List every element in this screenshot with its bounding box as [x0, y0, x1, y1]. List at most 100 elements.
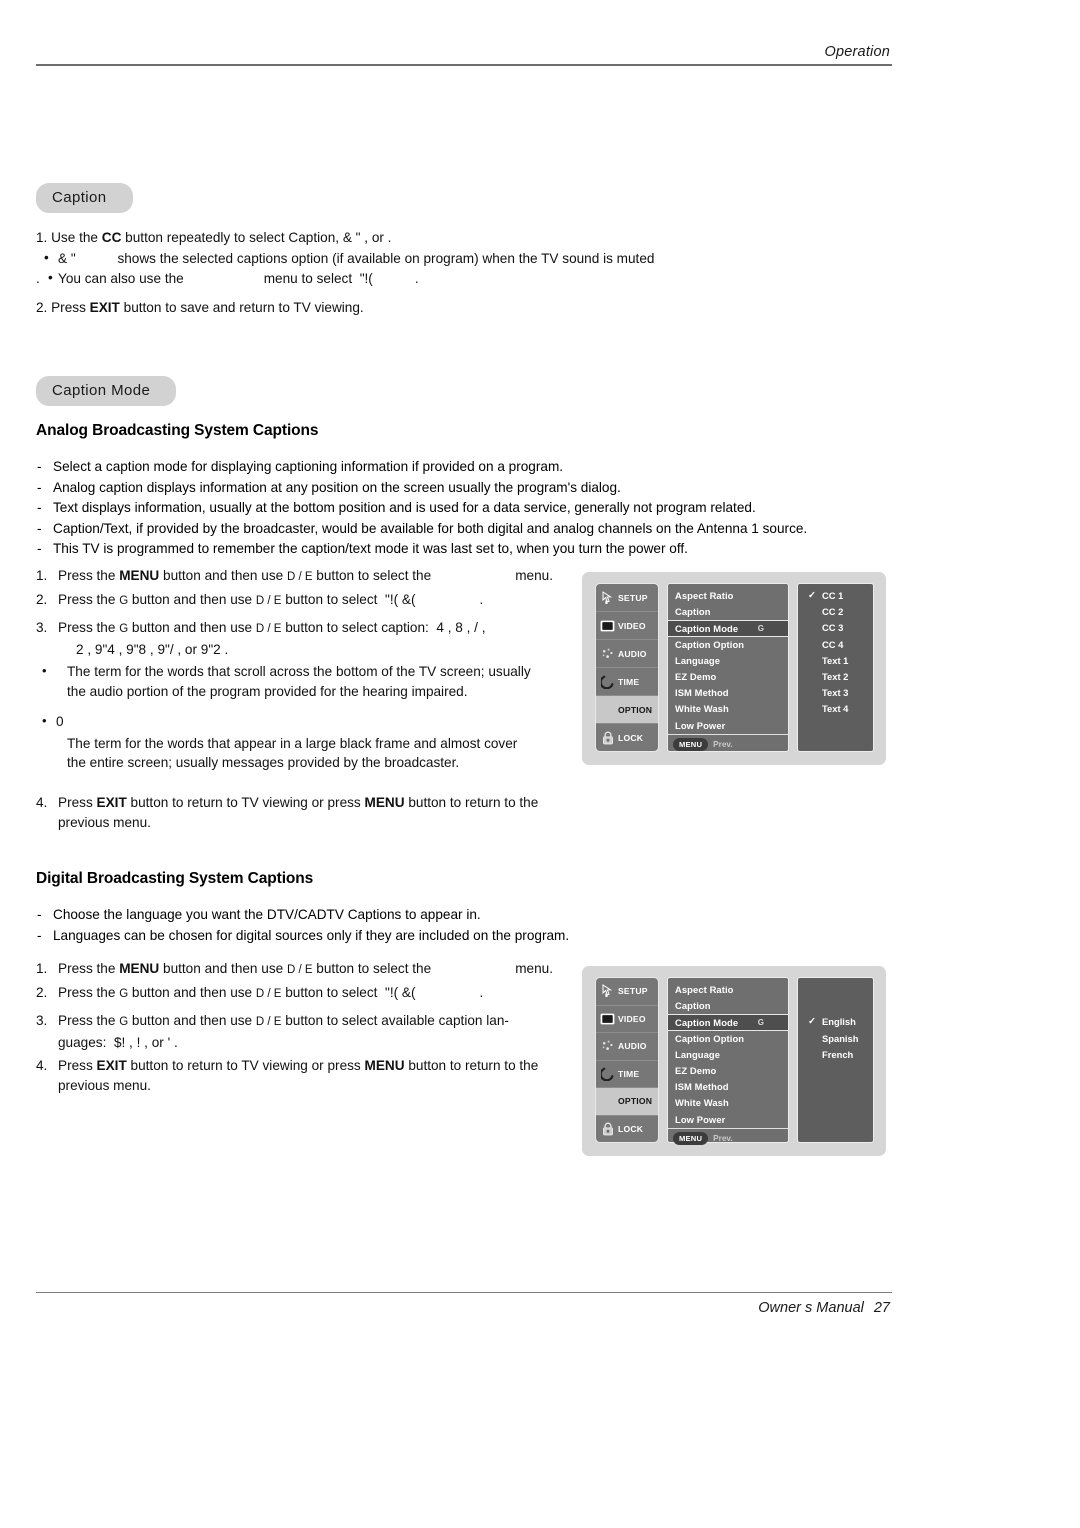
padlock-icon [600, 730, 615, 745]
osd-menu-item-white-wash[interactable]: White Wash [668, 1095, 788, 1111]
osd-option-cc2[interactable]: CC 2 [798, 604, 873, 620]
osd-analog-option-list[interactable]: ✓ CC 1 CC 2 CC 3 CC 4 Text 1 Text 2 Text … [797, 583, 874, 752]
step-number: 1. [36, 568, 48, 583]
speaker-icon [600, 1039, 615, 1054]
osd-rail-item-time[interactable]: TIME [596, 668, 658, 696]
osd-menu-item-ism-method[interactable]: ISM Method [668, 1079, 788, 1095]
digital-step-2: 2. Press the G button and then use D / E … [36, 983, 581, 1005]
osd-rail-item-video[interactable]: VIDEO [596, 1006, 658, 1033]
caption-step2-post: button to save and return to TV viewing. [119, 299, 364, 315]
analog-bullet2-body: The term for the words that appear in a … [56, 734, 581, 773]
analog-bullet2-glyph: 0 [56, 714, 64, 729]
osd-option-text2[interactable]: Text 2 [798, 669, 873, 685]
osd-category-rail[interactable]: SETUP VIDEO AUDIO TIME OPTION LOCK [595, 977, 659, 1143]
analog-bullet1-body: The term for the words that scroll acros… [56, 662, 581, 701]
digital-s1-post: button to select the [312, 961, 432, 976]
osd-menu-item-language[interactable]: Language [668, 1047, 788, 1063]
osd-analog-caption-mode[interactable]: SETUP VIDEO AUDIO TIME OPTION LOCK Aspec… [582, 572, 886, 765]
osd-menu-label: Caption Option [675, 638, 745, 650]
osd-option-spanish[interactable]: Spanish [798, 1031, 873, 1047]
analog-bullet2-line2: the entire screen; usually messages prov… [67, 755, 460, 770]
osd-option-text4[interactable]: Text 4 [798, 701, 873, 717]
osd-menu-item-ez-demo[interactable]: EZ Demo [668, 669, 788, 685]
osd-digital-caption-mode[interactable]: SETUP VIDEO AUDIO TIME OPTION LOCK Aspec… [582, 966, 886, 1156]
osd-menu-item-ism-method[interactable]: ISM Method [668, 685, 788, 701]
list-item: - This TV is programmed to remember the c… [36, 539, 892, 560]
osd-category-rail[interactable]: SETUP VIDEO AUDIO TIME OPTION LOCK [595, 583, 659, 752]
osd-rail-item-audio[interactable]: AUDIO [596, 1033, 658, 1061]
analog-s3-mid: button and then use [128, 620, 256, 635]
osd-rail-label: TIME [618, 1068, 640, 1079]
osd-menu-item-caption[interactable]: Caption [668, 604, 788, 620]
updown-key-glyph: D / E [255, 1016, 282, 1028]
osd-rail-item-lock[interactable]: LOCK [596, 724, 658, 751]
osd-menu-list[interactable]: Aspect Ratio Caption Caption Mode G Capti… [667, 583, 789, 752]
caption-step-1: 1. Use the CC button repeatedly to selec… [36, 228, 756, 248]
analog-s4-mid: button to return to TV viewing or press [126, 795, 365, 810]
digital-s2-mid: button and then use [128, 984, 256, 1000]
osd-menu-item-caption-option[interactable]: Caption Option [668, 1031, 788, 1047]
osd-option-text3[interactable]: Text 3 [798, 685, 873, 701]
osd-rail-item-video[interactable]: VIDEO [596, 612, 658, 640]
osd-rail-item-option[interactable]: OPTION [596, 696, 658, 724]
caption-step-2: 2. Press EXIT button to save and return … [36, 298, 756, 318]
osd-menu-item-aspect-ratio[interactable]: Aspect Ratio [668, 588, 788, 604]
step-number: 2. [36, 984, 48, 1000]
osd-menu-item-low-power[interactable]: Low Power [668, 718, 788, 734]
bullet-dot-icon: • [42, 713, 47, 728]
osd-option-text1[interactable]: Text 1 [798, 653, 873, 669]
osd-option-french[interactable]: French [798, 1047, 873, 1063]
osd-option-cc4[interactable]: CC 4 [798, 637, 873, 653]
osd-menu-label: ISM Method [675, 687, 729, 699]
updown-key-glyph: D / E [255, 987, 282, 1000]
osd-menu-item-caption-mode[interactable]: Caption Mode G [668, 620, 788, 637]
osd-rail-label: OPTION [618, 704, 653, 715]
option-icon [600, 702, 615, 717]
caption-bullet2-end: . [414, 271, 419, 286]
clock-arc-icon [600, 674, 615, 689]
updown-key-glyph: D / E [255, 623, 282, 635]
digital-step-3-line2: guages: $! , ! , or ' . [36, 1033, 581, 1053]
osd-menu-item-language[interactable]: Language [668, 653, 788, 669]
caption-section-pill: Caption [36, 183, 133, 213]
osd-rail-item-setup[interactable]: SETUP [596, 584, 658, 612]
osd-option-cc3[interactable]: CC 3 [798, 620, 873, 636]
caption-bullet1-glyph: & " [58, 250, 76, 266]
caption-bullet2-glyph: "!( [359, 271, 373, 286]
analog-step-3: 3. Press the G button and then use D / E … [36, 618, 581, 640]
osd-option-english[interactable]: ✓ English [798, 1014, 873, 1030]
digital-s2-glyph: "!( &( [385, 984, 416, 1000]
osd-rail-item-setup[interactable]: SETUP [596, 978, 658, 1006]
osd-menu-label: Low Power [675, 1113, 726, 1125]
prev-label: Prev. [713, 1133, 733, 1143]
analog-s2-glyph: "!( &( [385, 591, 416, 607]
osd-menu-item-caption-option[interactable]: Caption Option [668, 637, 788, 653]
analog-s1-mid: button and then use [159, 568, 287, 583]
osd-menu-item-caption-mode[interactable]: Caption Mode G [668, 1014, 788, 1031]
analog-bullet1-line2: the audio portion of the program provide… [67, 683, 468, 699]
osd-option-cc1[interactable]: ✓ CC 1 [798, 588, 873, 604]
digital-step-1: 1. Press the MENU button and then use D /… [36, 959, 581, 981]
osd-menu-item-ez-demo[interactable]: EZ Demo [668, 1063, 788, 1079]
list-item-text: Analog caption displays information at a… [53, 479, 621, 495]
osd-digital-option-list[interactable]: ✓ English Spanish French [797, 977, 874, 1143]
osd-menu-item-white-wash[interactable]: White Wash [668, 701, 788, 717]
osd-menu-item-aspect-ratio[interactable]: Aspect Ratio [668, 982, 788, 998]
caption-bullet2-a: You can also use the [58, 271, 184, 286]
osd-rail-label: AUDIO [618, 1041, 647, 1052]
osd-menu-label: Low Power [675, 719, 726, 731]
analog-bullet-2: • 0 The term for the words that appear i… [36, 712, 581, 773]
osd-rail-item-audio[interactable]: AUDIO [596, 640, 658, 668]
osd-rail-item-lock[interactable]: LOCK [596, 1116, 658, 1143]
osd-menu-item-low-power[interactable]: Low Power [668, 1112, 788, 1128]
osd-menu-list[interactable]: Aspect Ratio Caption Caption Mode G Capti… [667, 977, 789, 1146]
osd-rail-item-time[interactable]: TIME [596, 1061, 658, 1088]
caption-step2-pre: 2. Press [36, 299, 90, 315]
osd-menu-item-caption[interactable]: Caption [668, 998, 788, 1014]
analog-s2-post: button to select [281, 591, 378, 607]
menu-chip-button[interactable]: MENU [673, 1131, 709, 1146]
analog-bullet2-line1: The term for the words that appear in a … [67, 735, 518, 751]
menu-chip-button[interactable]: MENU [673, 737, 709, 752]
digital-s2-end: . [479, 984, 484, 1000]
osd-rail-item-option[interactable]: OPTION [596, 1088, 658, 1116]
